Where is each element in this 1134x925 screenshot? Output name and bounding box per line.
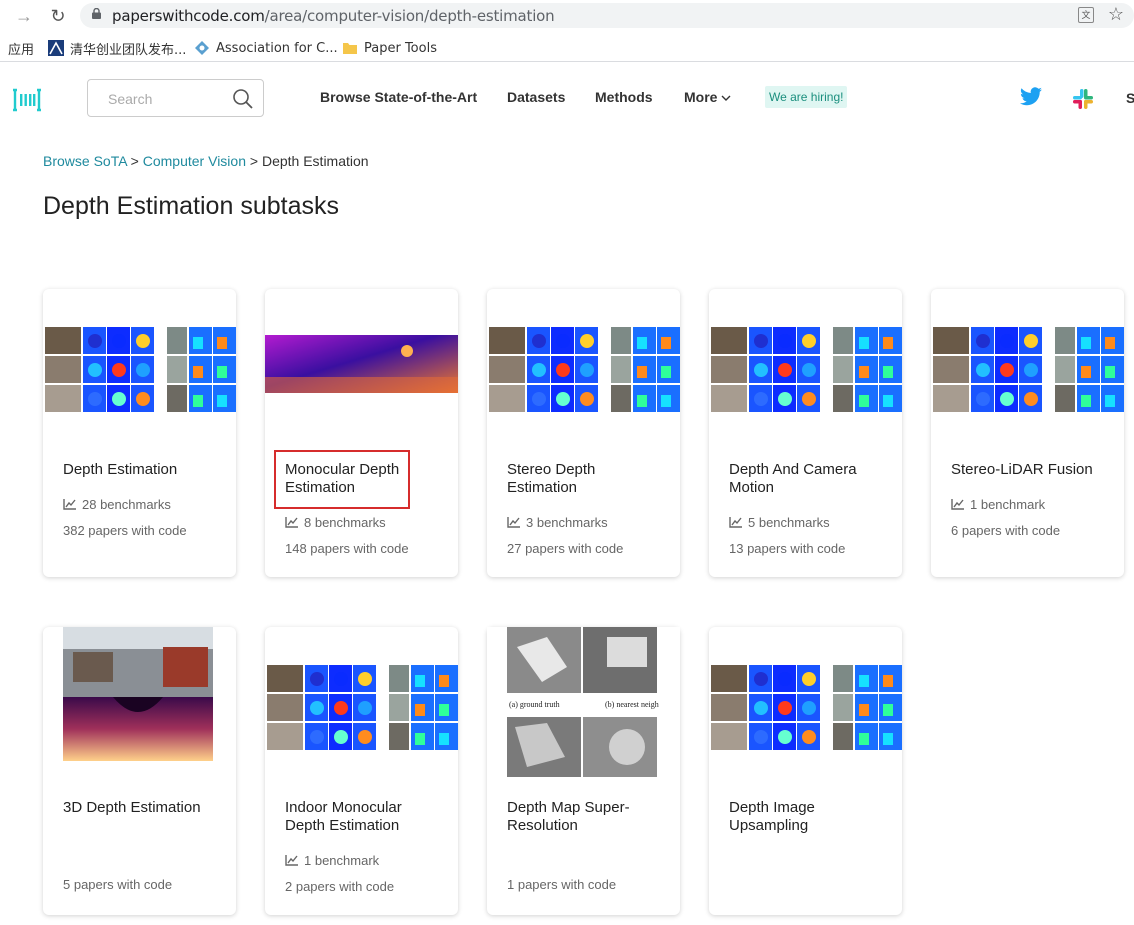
card-title[interactable]: Depth Estimation: [63, 461, 223, 479]
highlight-box: [274, 450, 410, 509]
card-title[interactable]: Depth And Camera Motion: [729, 461, 889, 497]
subtask-card-depth-map-super-resolution[interactable]: (a) ground truth (b) nearest neigh Depth M…: [487, 627, 680, 915]
papers-count: 5 papers with code: [63, 877, 173, 892]
subtask-card-stereo-depth-estimation[interactable]: Stereo Depth Estimation 3 benchmarks 27 pa…: [487, 289, 680, 577]
breadcrumb-current: Depth Estimation: [261, 153, 369, 169]
benchmarks-count: 1 benchmark: [285, 853, 379, 868]
benchmarks-count: 1 benchmark: [951, 497, 1045, 512]
task-thumbnail: [43, 317, 236, 413]
subtask-card-3d-depth-estimation[interactable]: 3D Depth Estimation 5 papers with code: [43, 627, 236, 915]
chevron-down-icon: [721, 95, 731, 101]
card-title[interactable]: 3D Depth Estimation: [63, 799, 223, 817]
nav-browse-sota[interactable]: Browse State-of-the-Art: [320, 89, 477, 105]
hiring-badge[interactable]: We are hiring!: [765, 86, 848, 108]
breadcrumb-browse-sota[interactable]: Browse SoTA: [43, 153, 127, 169]
diamond-icon: [195, 41, 209, 55]
breadcrumb: Browse SoTA > Computer Vision > Depth Es…: [43, 153, 369, 169]
page-title: Depth Estimation subtasks: [43, 192, 339, 220]
subtask-card-depth-image-upsampling[interactable]: Depth Image Upsampling: [709, 627, 902, 915]
subtask-card-depth-and-camera-motion[interactable]: Depth And Camera Motion 5 benchmarks 13 pa…: [709, 289, 902, 577]
card-title[interactable]: Indoor Monocular Depth Estimation: [285, 799, 445, 835]
task-thumbnail: [265, 317, 458, 413]
subtask-card-indoor-monocular-depth-estimation[interactable]: Indoor Monocular Depth Estimation 1 bench…: [265, 627, 458, 915]
task-thumbnail: [43, 627, 236, 772]
papers-count: 6 papers with code: [951, 523, 1061, 538]
task-thumbnail: [487, 317, 680, 413]
papers-count: 2 papers with code: [285, 879, 395, 894]
card-title[interactable]: Stereo-LiDAR Fusion: [951, 461, 1111, 479]
url-host: paperswithcode.com: [112, 7, 265, 25]
url-text: paperswithcode.com/area/computer-vision/…: [112, 7, 555, 25]
benchmarks-label: 1 benchmark: [304, 853, 380, 868]
thumb-caption: (a) ground truth: [509, 700, 560, 709]
task-thumbnail: [709, 317, 902, 413]
bookmark-label: 清华创业团队发布...: [70, 42, 187, 58]
bookmark-paper-tools[interactable]: Paper Tools: [342, 38, 437, 58]
nav-methods[interactable]: Methods: [595, 89, 653, 105]
search-input[interactable]: Search: [87, 79, 264, 117]
task-thumbnail: [265, 655, 458, 751]
nav-more-label: More: [684, 89, 718, 105]
chart-icon: [729, 517, 742, 528]
task-thumbnail: [931, 317, 1124, 413]
subtask-card-monocular-depth-estimation[interactable]: Monocular Depth Estimation 8 benchmarks 14…: [265, 289, 458, 577]
task-thumbnail: [709, 655, 902, 751]
slack-icon[interactable]: [1072, 88, 1094, 110]
benchmarks-label: 3 benchmarks: [526, 515, 608, 530]
signin-link-cut[interactable]: S: [1126, 90, 1134, 106]
breadcrumb-computer-vision[interactable]: Computer Vision: [143, 153, 246, 169]
chart-icon: [285, 855, 298, 866]
papers-count: 13 papers with code: [729, 541, 846, 556]
papers-count: 148 papers with code: [285, 541, 409, 556]
reload-icon[interactable]: ↻: [48, 6, 68, 26]
bookmark-star-icon[interactable]: ☆: [1108, 4, 1124, 25]
nav-more[interactable]: More: [684, 89, 731, 105]
bookmark-label: Paper Tools: [364, 40, 437, 56]
papers-count: 1 papers with code: [507, 877, 617, 892]
benchmarks-label: 5 benchmarks: [748, 515, 830, 530]
card-title[interactable]: Depth Map Super-Resolution: [507, 799, 667, 835]
browser-toolbar: → ↻ paperswithcode.com/area/computer-vis…: [0, 0, 1134, 32]
breadcrumb-separator: >: [249, 153, 259, 169]
bookmark-tsinghua[interactable]: 清华创业团队发布...: [48, 38, 186, 58]
benchmarks-count: 8 benchmarks: [285, 515, 386, 530]
chart-icon: [63, 499, 76, 510]
search-icon[interactable]: [232, 88, 254, 110]
bookmark-acm[interactable]: Association for C...: [194, 38, 338, 58]
bookmark-label: Association for C...: [216, 40, 338, 56]
twitter-icon[interactable]: [1019, 86, 1043, 108]
nav-datasets[interactable]: Datasets: [507, 89, 565, 105]
lock-icon: [92, 8, 101, 19]
address-bar[interactable]: paperswithcode.com/area/computer-vision/…: [80, 3, 1134, 28]
bookmark-label: 应用: [8, 42, 35, 58]
card-title[interactable]: Stereo Depth Estimation: [507, 461, 667, 497]
chart-icon: [507, 517, 520, 528]
forward-arrow-icon[interactable]: →: [14, 6, 34, 26]
papers-count: 382 papers with code: [63, 523, 187, 538]
benchmarks-label: 28 benchmarks: [82, 497, 171, 512]
task-thumbnail: (a) ground truth (b) nearest neigh: [487, 627, 680, 777]
papers-count: 27 papers with code: [507, 541, 624, 556]
url-path: /area/computer-vision/depth-estimation: [264, 7, 555, 25]
subtask-card-depth-estimation[interactable]: Depth Estimation 28 benchmarks 382 papers …: [43, 289, 236, 577]
translate-icon[interactable]: 文: [1078, 7, 1094, 23]
benchmarks-label: 1 benchmark: [970, 497, 1046, 512]
search-placeholder: Search: [108, 91, 153, 107]
bookmarks-bar: 应用 清华创业团队发布... Association for C... Pape…: [0, 34, 1134, 62]
site-header: Search Browse State-of-the-Art Datasets …: [0, 66, 1134, 130]
subtask-card-stereo-lidar-fusion[interactable]: Stereo-LiDAR Fusion 1 benchmark 6 papers w…: [931, 289, 1124, 577]
mountain-icon: [48, 40, 64, 56]
chart-icon: [285, 517, 298, 528]
paperswithcode-logo-icon[interactable]: [12, 88, 42, 112]
benchmarks-count: 5 benchmarks: [729, 515, 830, 530]
chart-icon: [951, 499, 964, 510]
breadcrumb-separator: >: [130, 153, 139, 169]
bookmark-apps[interactable]: 应用: [8, 38, 34, 58]
card-title[interactable]: Depth Image Upsampling: [729, 799, 889, 835]
benchmarks-count: 3 benchmarks: [507, 515, 608, 530]
benchmarks-label: 8 benchmarks: [304, 515, 386, 530]
benchmarks-count: 28 benchmarks: [63, 497, 171, 512]
thumb-caption: (b) nearest neigh: [605, 700, 659, 709]
folder-icon: [343, 43, 357, 54]
